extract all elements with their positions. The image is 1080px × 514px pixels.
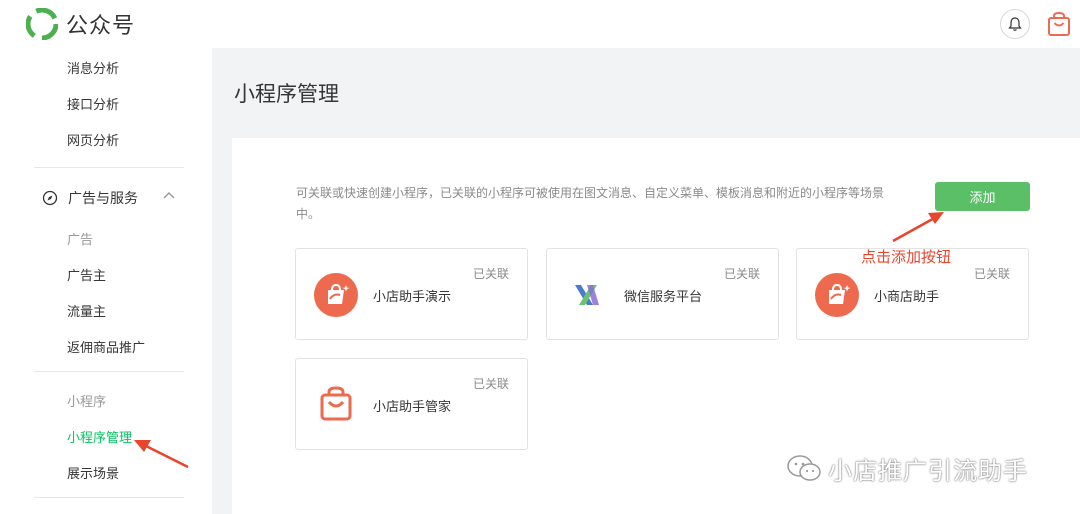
notification-bell-button[interactable]: [1000, 9, 1030, 39]
compass-icon: [42, 190, 58, 206]
mini-program-card[interactable]: 已关联 小店助手管家: [295, 358, 528, 450]
status-badge: 已关联: [973, 267, 1010, 281]
shop-bag-icon: [815, 273, 859, 317]
sidebar-item-message-analysis[interactable]: 消息分析: [67, 58, 119, 77]
page-description: 可关联或快速创建小程序，已关联的小程序可被使用在图文消息、自定义菜单、模板消息和…: [296, 186, 885, 221]
status-badge: 已关联: [472, 267, 509, 281]
status-badge: 已关联: [723, 267, 760, 281]
add-button[interactable]: 添加: [935, 182, 1030, 211]
official-account-logo-icon: [26, 8, 58, 40]
sidebar-section-mini-program: 小程序: [67, 395, 107, 410]
mini-program-name: 小商店助手: [874, 290, 940, 305]
bell-icon: [1008, 17, 1022, 31]
page-title: 小程序管理: [234, 82, 339, 106]
top-bar: 公众号: [0, 0, 1080, 48]
sidebar-item-display-scenes[interactable]: 展示场景: [67, 463, 119, 482]
annotation-label: 点击添加按钮: [861, 248, 952, 266]
sidebar-group-label: 广告与服务: [68, 191, 138, 207]
watermark-text: 小店推广引流助手: [828, 457, 1028, 485]
status-badge: 已关联: [472, 377, 509, 391]
sidebar-item-web-analysis[interactable]: 网页分析: [67, 130, 119, 149]
sidebar-item-commission-promo[interactable]: 返佣商品推广: [67, 337, 145, 356]
sidebar-item-api-analysis[interactable]: 接口分析: [67, 94, 119, 113]
logo[interactable]: 公众号: [26, 8, 135, 40]
sidebar-divider: [34, 167, 184, 168]
shopping-bag-outline-icon: [320, 386, 352, 421]
sidebar-item-traffic-owner[interactable]: 流量主: [67, 301, 106, 320]
wechat-icon: [787, 454, 821, 481]
shop-bag-icon: [314, 273, 358, 317]
sidebar-group-ads-services[interactable]: 广告与服务: [42, 188, 182, 208]
mini-program-card[interactable]: 已关联 微信服务平台: [546, 248, 779, 340]
sidebar-item-mini-program-management[interactable]: 小程序管理: [67, 427, 132, 446]
sidebar-divider: [34, 497, 184, 498]
sidebar-section-ads: 广告: [67, 233, 94, 248]
sidebar-item-advertiser[interactable]: 广告主: [67, 265, 106, 284]
chevron-up-icon[interactable]: [162, 190, 176, 200]
logo-text: 公众号: [66, 14, 136, 39]
mini-program-name: 小店助手演示: [373, 290, 452, 305]
sidebar: 消息分析 接口分析 网页分析 广告与服务 广告 广告主 流量主 返佣商品推广 小…: [0, 48, 212, 514]
watermark: 小店推广引流助手: [786, 451, 1028, 486]
mini-program-name: 微信服务平台: [624, 290, 703, 305]
sidebar-divider: [34, 371, 184, 372]
mini-program-card[interactable]: 已关联 小店助手演示: [295, 248, 528, 340]
wechat-service-icon: [575, 285, 599, 305]
shop-bag-icon[interactable]: [1046, 11, 1072, 37]
mini-program-name: 小店助手管家: [373, 400, 452, 415]
